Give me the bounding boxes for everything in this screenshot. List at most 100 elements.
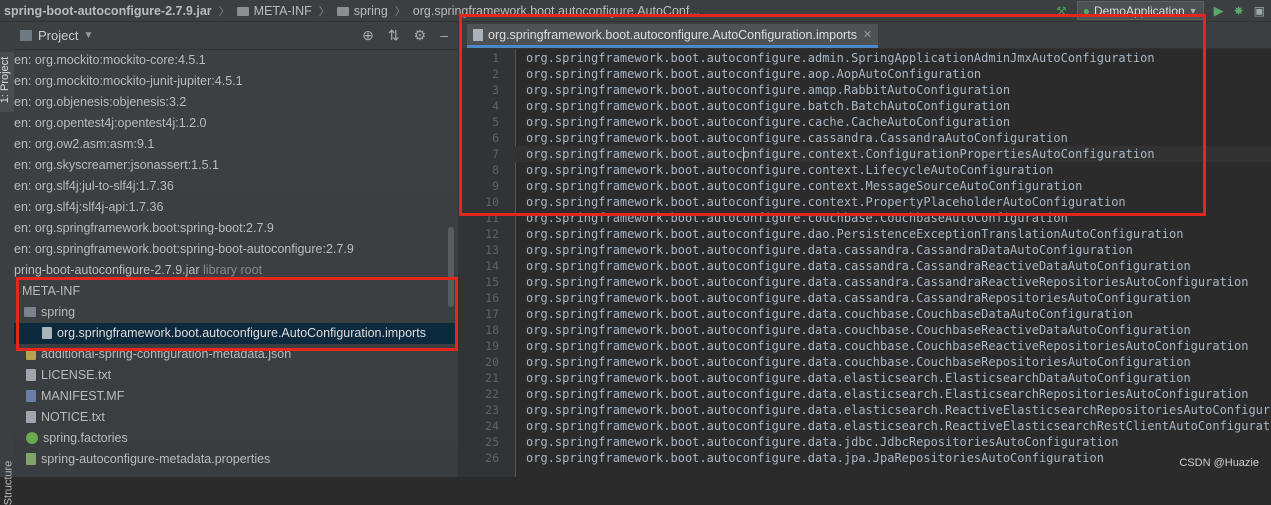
project-panel-title[interactable]: Project (38, 28, 78, 43)
tree-row-dependency[interactable]: en: org.objenesis:objenesis:3.2 (14, 92, 458, 113)
line-number: 20 (485, 355, 499, 369)
tree-row-dependency[interactable]: en: org.slf4j:jul-to-slf4j:1.7.36 (14, 176, 458, 197)
code-line[interactable]: org.springframework.boot.autoconfigure.d… (526, 354, 1191, 370)
tree-row-imports-file[interactable]: org.springframework.boot.autoconfigure.A… (14, 323, 458, 344)
line-number: 21 (485, 371, 499, 385)
tree-row-dependency[interactable]: en: org.springframework.boot:spring-boot… (14, 218, 458, 239)
line-number: 5 (492, 115, 499, 129)
run-config-select[interactable]: ● DemoApplication ▼ (1076, 1, 1204, 20)
tree-row-dependency[interactable]: en: org.springframework.boot:spring-boot… (14, 239, 458, 260)
file-label: LICENSE.txt (41, 368, 112, 382)
line-number: 1 (492, 51, 499, 65)
debug-icon[interactable]: ✸ (1234, 4, 1244, 18)
editor-tab-imports[interactable]: org.springframework.boot.autoconfigure.A… (467, 24, 879, 48)
code-line[interactable]: org.springframework.boot.autoconfigure.c… (526, 146, 1155, 162)
file-label: additional-spring-configuration-metadata… (41, 347, 292, 361)
code-line[interactable]: org.springframework.boot.autoconfigure.a… (526, 50, 1155, 66)
build-hammer-icon[interactable]: ⚒ (1056, 4, 1067, 18)
code-line[interactable]: org.springframework.boot.autoconfigure.c… (526, 130, 1068, 146)
tree-row-dependency[interactable]: en: org.mockito:mockito-junit-jupiter:4.… (14, 71, 458, 92)
folder-icon (24, 307, 36, 317)
line-number: 26 (485, 451, 499, 465)
code-line[interactable]: org.springframework.boot.autoconfigure.b… (526, 98, 1010, 114)
collapse-all-icon[interactable]: ⇅ (388, 27, 400, 44)
project-panel-header: Project ▼ ⊕ ⇅ ⚙ – (14, 22, 458, 50)
line-number: 19 (485, 339, 499, 353)
code-line[interactable]: org.springframework.boot.autoconfigure.d… (526, 226, 1183, 242)
tree-row-dependency[interactable]: en: org.opentest4j:opentest4j:1.2.0 (14, 113, 458, 134)
watermark: CSDN @Huazie (1179, 457, 1259, 469)
tree-row-label: en: org.skyscreamer:jsonassert:1.5.1 (14, 158, 219, 172)
library-root-name: pring-boot-autoconfigure-2.7.9.jar (14, 263, 200, 277)
properties-file-icon (26, 453, 36, 465)
code-line[interactable]: org.springframework.boot.autoconfigure.d… (526, 258, 1191, 274)
text-file-icon (26, 369, 36, 381)
run-config-label: DemoApplication (1093, 3, 1185, 18)
tree-row-file[interactable]: MANIFEST.MF (14, 386, 458, 407)
code-line[interactable]: org.springframework.boot.autoconfigure.c… (526, 178, 1082, 194)
tree-row-dependency[interactable]: en: org.ow2.asm:asm:9.1 (14, 134, 458, 155)
breadcrumb-separator: 〉 (218, 5, 230, 18)
coverage-icon[interactable]: ▣ (1254, 4, 1265, 18)
tree-row-file[interactable]: spring.factories (14, 428, 458, 449)
code-line[interactable]: org.springframework.boot.autoconfigure.d… (526, 386, 1248, 402)
tree-row-label: en: org.opentest4j:opentest4j:1.2.0 (14, 116, 207, 130)
project-tool-label: 1: Project (0, 56, 12, 104)
code-line[interactable]: org.springframework.boot.autoconfigure.d… (526, 418, 1271, 434)
tree-row-library-root[interactable]: pring-boot-autoconfigure-2.7.9.jar libra… (14, 260, 458, 281)
code-line[interactable]: org.springframework.boot.autoconfigure.c… (526, 194, 1126, 210)
code-line[interactable]: org.springframework.boot.autoconfigure.c… (526, 210, 1068, 226)
tree-row-dependency[interactable]: en: org.slf4j:slf4j-api:1.7.36 (14, 197, 458, 218)
project-scrollbar[interactable] (448, 227, 454, 307)
breadcrumb-meta-inf[interactable]: META-INF (233, 4, 316, 18)
file-label: NOTICE.txt (41, 410, 105, 424)
gear-icon[interactable]: ⚙ (414, 27, 427, 44)
spring-boot-icon: ● (1082, 3, 1090, 18)
code-line[interactable]: org.springframework.boot.autoconfigure.d… (526, 402, 1271, 418)
project-panel-tools: ⊕ ⇅ ⚙ – (362, 27, 458, 44)
line-number: 2 (492, 67, 499, 81)
code-line[interactable]: org.springframework.boot.autoconfigure.d… (526, 290, 1191, 306)
code-line[interactable]: org.springframework.boot.autoconfigure.d… (526, 306, 1133, 322)
tree-row-spring-folder[interactable]: spring (14, 302, 458, 323)
code-line[interactable]: org.springframework.boot.autoconfigure.d… (526, 242, 1133, 258)
imports-file-label: org.springframework.boot.autoconfigure.A… (57, 326, 426, 340)
code-line[interactable]: org.springframework.boot.autoconfigure.d… (526, 338, 1248, 354)
tree-row-file[interactable]: NOTICE.txt (14, 407, 458, 428)
tree-row-dependency[interactable]: en: org.skyscreamer:jsonassert:1.5.1 (14, 155, 458, 176)
chevron-down-icon[interactable]: ▼ (83, 30, 93, 41)
tree-row-file[interactable]: spring-autoconfigure-metadata.properties (14, 449, 458, 470)
hide-minus-icon[interactable]: – (440, 27, 448, 44)
code-line[interactable]: org.springframework.boot.autoconfigure.a… (526, 82, 1010, 98)
tree-row-label: en: org.springframework.boot:spring-boot… (14, 221, 274, 235)
project-icon (20, 30, 32, 41)
code-line[interactable]: org.springframework.boot.autoconfigure.c… (526, 114, 1010, 130)
structure-tool-label[interactable]: Structure (2, 461, 14, 505)
run-icon[interactable]: ▶ (1214, 3, 1224, 19)
breadcrumb-spring[interactable]: spring (333, 4, 392, 18)
editor-pane: org.springframework.boot.autoconfigure.A… (458, 22, 1271, 477)
code-line[interactable]: org.springframework.boot.autoconfigure.d… (526, 322, 1191, 338)
code-line[interactable]: org.springframework.boot.autoconfigure.c… (526, 162, 1053, 178)
code-line[interactable]: org.springframework.boot.autoconfigure.d… (526, 450, 1104, 466)
line-number: 23 (485, 403, 499, 417)
code-area[interactable]: 1 org.springframework.boot.autoconfigure.… (459, 49, 1271, 477)
code-line[interactable]: org.springframework.boot.autoconfigure.d… (526, 434, 1118, 450)
tree-row-dependency[interactable]: en: org.mockito:mockito-core:4.5.1 (14, 50, 458, 71)
breadcrumb-jar[interactable]: spring-boot-autoconfigure-2.7.9.jar (0, 4, 216, 18)
breadcrumb-imports-file[interactable]: org.springframework.boot.autoconfigure.A… (409, 4, 704, 18)
code-line[interactable]: org.springframework.boot.autoconfigure.a… (526, 66, 981, 82)
line-number: 25 (485, 435, 499, 449)
code-line[interactable]: org.springframework.boot.autoconfigure.d… (526, 274, 1248, 290)
tree-row-file[interactable]: LICENSE.txt (14, 365, 458, 386)
line-number: 3 (492, 83, 499, 97)
editor-tab-bar: org.springframework.boot.autoconfigure.A… (459, 22, 1271, 49)
tree-row-label: en: org.springframework.boot:spring-boot… (14, 242, 354, 256)
tree-row-file[interactable]: additional-spring-configuration-metadata… (14, 344, 458, 365)
tree-row-meta-inf[interactable]: META-INF (14, 281, 458, 302)
code-line[interactable]: org.springframework.boot.autoconfigure.d… (526, 370, 1191, 386)
locate-target-icon[interactable]: ⊕ (362, 27, 374, 44)
folder-icon (336, 7, 349, 16)
project-tree: en: org.mockito:mockito-core:4.5.1 en: o… (14, 50, 458, 470)
close-icon[interactable]: ✕ (863, 28, 872, 41)
